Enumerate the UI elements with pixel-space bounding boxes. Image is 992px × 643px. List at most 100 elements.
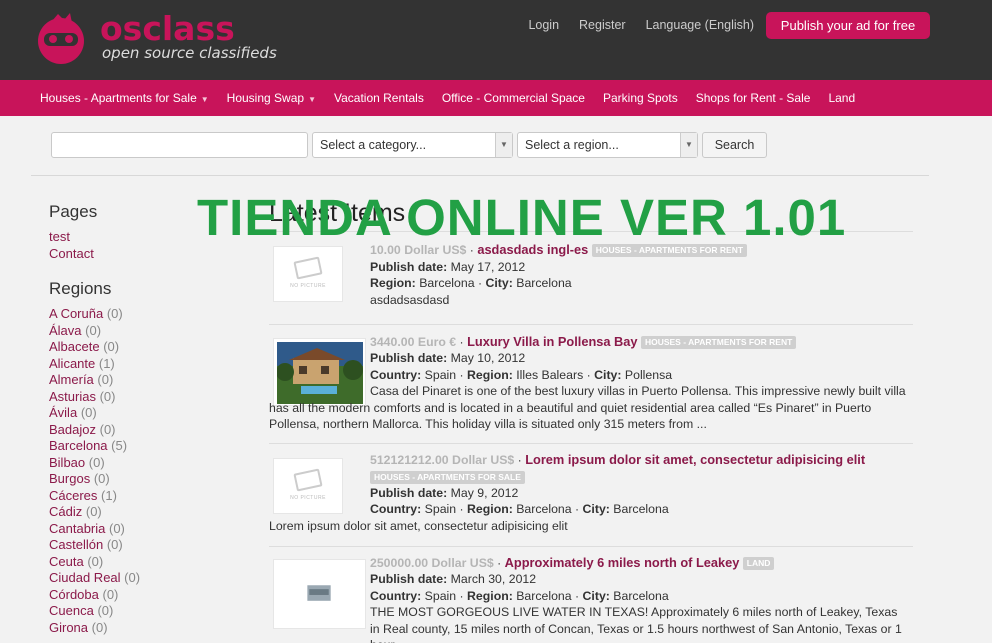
item-description: THE MOST GORGEOUS LIVE WATER IN TEXAS! A… <box>370 605 902 643</box>
nav-item-label: Vacation Rentals <box>333 91 424 105</box>
region-link[interactable]: Almería (0) <box>49 372 239 389</box>
city-label: City: <box>582 502 610 516</box>
publish-date: May 10, 2012 <box>450 351 526 365</box>
region-count: (0) <box>87 553 104 569</box>
region-link[interactable]: Ciudad Real (0) <box>49 570 239 587</box>
nav-item[interactable]: Land <box>828 80 855 116</box>
region-count: (0) <box>93 471 110 486</box>
sidebar: Pages test Contact Regions A Coruña (0) Á… <box>49 202 239 636</box>
item-photo[interactable] <box>273 559 366 629</box>
item-price: 250000.00 Dollar US$ <box>370 556 494 570</box>
region-link[interactable]: Córdoba (0) <box>49 587 239 604</box>
region-name: Bilbao <box>49 454 86 470</box>
item-description: Casa del Pinaret is one of the best luxu… <box>269 384 906 431</box>
region-count: (0) <box>106 537 123 552</box>
item-region: Illes Balears <box>516 368 584 382</box>
no-picture-thumbnail[interactable]: NO PICTURE <box>273 458 343 514</box>
region-link[interactable]: Girona (0) <box>49 620 239 637</box>
regions-list: A Coruña (0) Álava (0) Albacete (0) Alicant… <box>49 306 239 636</box>
region-link[interactable]: Badajoz (0) <box>49 422 239 439</box>
country-label: Country: <box>370 589 422 603</box>
publish-date-label: Publish date: <box>370 351 448 365</box>
item-country: Spain <box>424 502 457 516</box>
item-description: asdadsasdasd <box>370 293 450 307</box>
watermark-text: TIENDA ONLINE VER 1.01 <box>197 189 847 246</box>
region-name: Burgos <box>49 471 91 486</box>
nav-item[interactable]: Parking Spots <box>603 80 678 116</box>
item-city: Barcelona <box>613 589 669 603</box>
region-link[interactable]: Barcelona (5) <box>49 438 239 455</box>
logo-wordmark: osclass <box>100 9 235 48</box>
region-link[interactable]: Cuenca (0) <box>49 603 239 620</box>
language-link[interactable]: Language (English) <box>646 17 754 33</box>
nav-item-label: Land <box>828 91 856 105</box>
region-name: Albacete <box>49 339 100 354</box>
region-label: Region: <box>467 589 513 603</box>
no-picture-label: NO PICTURE <box>290 283 326 289</box>
search-button[interactable]: Search <box>702 132 767 158</box>
region-link[interactable]: Cádiz (0) <box>49 504 239 521</box>
site-logo[interactable]: osclass open source classifieds <box>30 9 277 65</box>
item-title[interactable]: Luxury Villa in Pollensa Bay <box>467 334 637 349</box>
publish-date-label: Publish date: <box>370 260 448 274</box>
city-label: City: <box>582 589 610 603</box>
region-link[interactable]: Bilbao (0) <box>49 455 239 472</box>
region-count: (5) <box>111 438 128 453</box>
publish-date-label: Publish date: <box>370 572 448 586</box>
region-name: Castellón <box>49 537 104 552</box>
nav-item-label: Shops for Rent - Sale <box>695 91 811 105</box>
region-count: (0) <box>102 586 119 602</box>
region-select[interactable]: Select a region... ▼ <box>517 132 698 158</box>
nav-item[interactable]: Vacation Rentals <box>334 80 424 116</box>
item-description: Lorem ipsum dolor sit amet, consectetur … <box>269 519 568 533</box>
search-input[interactable] <box>51 132 308 158</box>
item-title[interactable]: Approximately 6 miles north of Leakey <box>505 555 740 570</box>
region-count: (1) <box>98 355 115 371</box>
region-link[interactable]: Albacete (0) <box>49 339 239 356</box>
publish-date: May 9, 2012 <box>450 486 519 500</box>
region-label: Region: <box>467 502 513 516</box>
region-name: Álava <box>49 322 82 338</box>
region-link[interactable]: Ávila (0) <box>49 405 239 422</box>
region-count: (0) <box>88 454 105 470</box>
region-link[interactable]: Cantabria (0) <box>49 521 239 538</box>
category-badge[interactable]: HOUSES - APARTMENTS FOR RENT <box>640 336 797 349</box>
category-badge[interactable]: HOUSES - APARTMENTS FOR SALE <box>370 471 525 484</box>
register-link[interactable]: Register <box>579 17 626 33</box>
login-link[interactable]: Login <box>528 17 559 33</box>
region-name: Ávila <box>49 405 78 420</box>
item-title[interactable]: Lorem ipsum dolor sit amet, consectetur … <box>525 452 865 467</box>
nav-item[interactable]: Houses - Apartments for Sale ▼ <box>40 80 209 116</box>
region-link[interactable]: Burgos (0) <box>49 471 239 488</box>
category-badge[interactable]: LAND <box>742 557 775 570</box>
logo-tagline: open source classifieds <box>102 44 277 62</box>
region-count: (0) <box>99 388 116 404</box>
divider <box>269 443 913 444</box>
item-city: Pollensa <box>624 368 673 382</box>
region-link[interactable]: A Coruña (0) <box>49 306 239 323</box>
region-link[interactable]: Asturias (0) <box>49 389 239 406</box>
nav-item[interactable]: Shops for Rent - Sale <box>696 80 811 116</box>
nav-item[interactable]: Office - Commercial Space <box>442 80 585 116</box>
region-name: Girona <box>49 619 89 635</box>
region-link[interactable]: Álava (0) <box>49 323 239 340</box>
nav-item-label: Parking Spots <box>602 91 678 105</box>
header-links: Login Register Language (English) <box>528 17 754 33</box>
category-select[interactable]: Select a category... ▼ <box>312 132 513 158</box>
divider <box>269 324 913 325</box>
region-link[interactable]: Ceuta (0) <box>49 554 239 571</box>
nav-item[interactable]: Housing Swap ▼ <box>227 80 316 116</box>
no-picture-thumbnail[interactable]: NO PICTURE <box>273 246 343 302</box>
region-label: Region: <box>467 368 513 382</box>
region-link[interactable]: Castellón (0) <box>49 537 239 554</box>
region-name: Cantabria <box>49 520 106 536</box>
publish-ad-button[interactable]: Publish your ad for free <box>766 12 930 39</box>
region-link[interactable]: Cáceres (1) <box>49 488 239 505</box>
chevron-down-icon: ▼ <box>308 95 316 104</box>
region-link[interactable]: Alicante (1) <box>49 356 239 373</box>
no-picture-icon <box>293 468 323 492</box>
region-name: Cádiz <box>49 504 83 519</box>
no-picture-icon <box>293 256 323 280</box>
publish-date: March 30, 2012 <box>450 572 537 586</box>
item-price: 512121212.00 Dollar US$ <box>370 453 515 467</box>
